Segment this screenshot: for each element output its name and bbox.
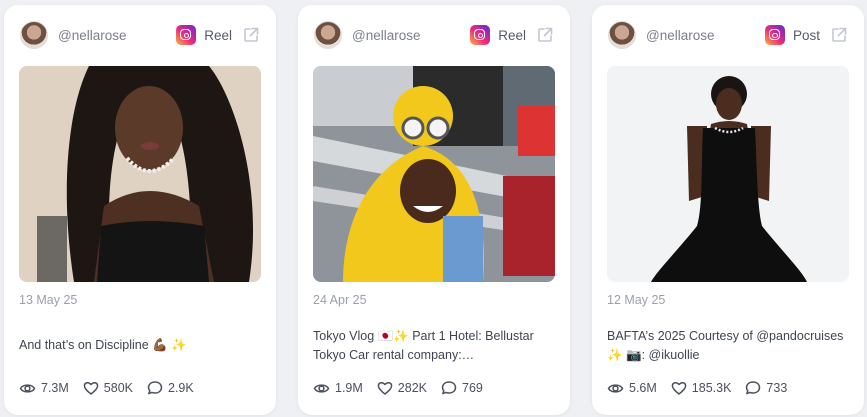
- post-caption: Tokyo Vlog 🇯🇵✨ Part 1 Hotel: Bellustar T…: [313, 329, 534, 362]
- post-type-label: Reel: [204, 27, 232, 43]
- eye-icon: [607, 383, 624, 393]
- post-card[interactable]: @nellarose Post 12 May 25 BAFTA’s 2025 C…: [592, 5, 864, 415]
- post-type-label: Reel: [498, 27, 526, 43]
- post-caption: BAFTA’s 2025 Courtesy of @pandocruises ✨…: [607, 329, 844, 362]
- post-type: Reel: [176, 21, 260, 49]
- comment-icon: [147, 381, 163, 395]
- heart-icon: [671, 382, 687, 395]
- post-type: Reel: [470, 21, 554, 49]
- external-link-icon[interactable]: [830, 26, 848, 44]
- post-stats: 5.6M 185.3K 733: [607, 379, 787, 397]
- heart-icon: [83, 382, 99, 395]
- post-header: @nellarose Post: [608, 21, 848, 51]
- avatar[interactable]: [314, 21, 342, 49]
- post-date: 24 Apr 25: [313, 293, 367, 307]
- avatar[interactable]: [20, 21, 48, 49]
- comment-icon: [441, 381, 457, 395]
- post-type-label: Post: [792, 27, 820, 43]
- post-header: @nellarose Reel: [20, 21, 260, 51]
- eye-icon: [313, 383, 330, 393]
- comments-stat: 733: [745, 380, 787, 396]
- external-link-icon[interactable]: [242, 26, 260, 44]
- post-date: 13 May 25: [19, 293, 78, 307]
- post-thumbnail[interactable]: [19, 66, 261, 282]
- views-count: 7.3M: [41, 381, 69, 395]
- likes-stat: 185.3K: [671, 380, 732, 396]
- comments-count: 769: [462, 381, 483, 395]
- instagram-icon: [764, 25, 785, 45]
- avatar[interactable]: [608, 21, 636, 49]
- views-count: 5.6M: [629, 381, 657, 395]
- likes-count: 185.3K: [691, 381, 732, 395]
- post-stats: 7.3M 580K 2.9K: [19, 379, 194, 397]
- instagram-icon: [470, 25, 491, 45]
- views-stat: 5.6M: [607, 380, 657, 397]
- likes-count: 282K: [397, 381, 427, 395]
- post-caption: And that’s on Discipline 💪🏾 ✨: [19, 338, 187, 352]
- post-type: Post: [764, 21, 848, 49]
- author-handle[interactable]: @nellarose: [646, 28, 715, 43]
- likes-stat: 580K: [83, 380, 133, 396]
- comments-count: 733: [766, 381, 788, 395]
- post-date: 12 May 25: [607, 293, 666, 307]
- likes-stat: 282K: [377, 380, 427, 396]
- heart-icon: [377, 382, 393, 395]
- author-handle[interactable]: @nellarose: [352, 28, 421, 43]
- views-count: 1.9M: [335, 381, 363, 395]
- instagram-icon: [176, 25, 197, 45]
- views-stat: 7.3M: [19, 380, 69, 397]
- comments-stat: 769: [441, 380, 483, 396]
- eye-icon: [19, 383, 36, 393]
- post-thumbnail[interactable]: [313, 66, 555, 282]
- post-thumbnail[interactable]: [607, 66, 849, 282]
- post-stats: 1.9M 282K 769: [313, 379, 483, 397]
- comments-count: 2.9K: [168, 381, 194, 395]
- post-header: @nellarose Reel: [314, 21, 554, 51]
- comment-icon: [746, 381, 761, 395]
- comments-stat: 2.9K: [147, 380, 194, 396]
- views-stat: 1.9M: [313, 380, 363, 397]
- author-handle[interactable]: @nellarose: [58, 28, 127, 43]
- post-card[interactable]: @nellarose Reel 13 May 25 And that’s on …: [4, 5, 276, 415]
- likes-count: 580K: [103, 381, 133, 395]
- external-link-icon[interactable]: [536, 26, 554, 44]
- post-card[interactable]: @nellarose Reel 24 Apr 25 Tokyo Vlog 🇯🇵✨…: [298, 5, 570, 415]
